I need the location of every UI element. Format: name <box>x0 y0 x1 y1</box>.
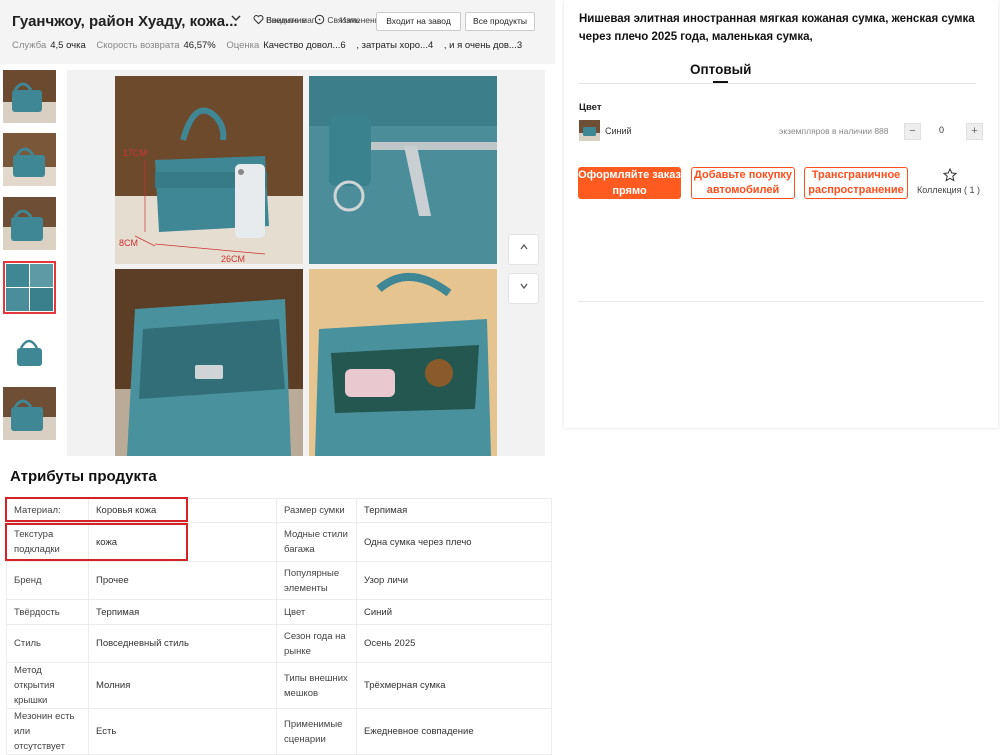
table-row: Стиль Повседневный стиль Сезон года на р… <box>6 624 552 663</box>
enter-store-label: Введите магазин <box>266 15 316 25</box>
attr-key: Бренд <box>6 561 89 600</box>
attributes-title: Атрибуты продукта <box>10 468 157 485</box>
attr-key: Применимые сценарии <box>276 708 357 755</box>
attr-key: Модные стили багажа <box>276 522 357 562</box>
attr-key: Типы внешних мешков <box>276 662 357 709</box>
tab-divider <box>578 83 976 84</box>
attr-value: Ежедневное совпадение <box>356 708 552 755</box>
color-swatch[interactable] <box>579 120 600 141</box>
attr-value: Одна сумка через плечо <box>356 522 552 562</box>
factory-button[interactable]: Входит на завод <box>376 12 461 31</box>
store-name[interactable]: Гуанчжоу, район Хуаду, кожа... <box>12 13 238 30</box>
share-label: Изменения в контексте <box>340 15 376 25</box>
chevron-down-icon[interactable] <box>230 12 242 27</box>
attr-value: Узор личи <box>356 561 552 600</box>
product-title: Нишевая элитная иностранная мягкая кожан… <box>579 13 975 43</box>
width-annotation: 26CM <box>221 254 245 264</box>
stock-count: экземпляров в наличии 888 <box>779 126 889 136</box>
attr-key: Популярные элементы <box>276 561 357 600</box>
purchase-panel <box>564 0 998 428</box>
chevron-up-icon <box>519 241 529 255</box>
add-to-cart-button[interactable]: Добавьте покупку автомобилей <box>691 167 795 199</box>
attr-key: Размер сумки <box>276 498 357 523</box>
heart-icon <box>253 14 264 25</box>
attr-key: Сезон года на рынке <box>276 624 357 663</box>
attr-key: Цвет <box>276 599 357 625</box>
thumbnail-4-selected[interactable] <box>3 261 56 314</box>
thumbnail-1[interactable] <box>3 70 56 123</box>
star-icon[interactable] <box>942 167 958 185</box>
minus-icon: − <box>909 125 916 137</box>
cross-border-label: Трансграничное распространение <box>808 169 904 196</box>
all-products-button[interactable]: Все продукты <box>465 12 535 31</box>
attr-key: Твёрдость <box>6 599 89 625</box>
panel-divider <box>578 301 984 302</box>
stat-value: 4,5 очка <box>50 40 86 51</box>
attr-value: Прочее <box>88 561 277 600</box>
attr-value: Терпимая <box>356 498 552 523</box>
quantity-value[interactable]: 0 <box>939 125 944 135</box>
table-row: Твёрдость Терпимая Цвет Синий <box>6 599 552 625</box>
gallery-next-button[interactable] <box>508 273 539 304</box>
gallery-photo-open-inside[interactable] <box>309 269 497 456</box>
order-now-label: Оформляйте заказ прямо <box>578 169 681 197</box>
table-row: Мезонин есть или отсутствует Есть Примен… <box>6 708 552 755</box>
height-annotation: 17CM <box>123 148 147 158</box>
gallery-photo-open-front[interactable] <box>115 269 303 456</box>
enter-store-button[interactable]: Введите магазин <box>266 12 316 29</box>
stat-label: Служба <box>12 40 47 51</box>
highlight-box <box>5 497 188 522</box>
gallery-prev-button[interactable] <box>508 234 539 265</box>
attr-value: Терпимая <box>88 599 277 625</box>
stat-value: Качество довол...6 <box>263 40 346 51</box>
stat-label: Оценка <box>226 40 260 51</box>
attr-value: Синий <box>356 599 552 625</box>
thumbnail-5[interactable] <box>3 324 56 377</box>
depth-annotation: 8CM <box>119 238 138 248</box>
order-now-button[interactable]: Оформляйте заказ прямо <box>578 167 681 199</box>
attr-value: Осень 2025 <box>356 624 552 663</box>
chevron-down-icon <box>519 280 529 294</box>
attr-key: Мезонин есть или отсутствует <box>6 708 89 755</box>
table-row: Бренд Прочее Популярные элементы Узор ли… <box>6 561 552 600</box>
thumbnail-6[interactable] <box>3 387 56 440</box>
thumbnail-2[interactable] <box>3 133 56 186</box>
attr-value: Повседневный стиль <box>88 624 277 663</box>
chat-icon <box>314 14 325 25</box>
store-header <box>0 0 555 64</box>
collection-count[interactable]: Коллекция ( 1 ) <box>917 185 980 195</box>
attr-value: Молния <box>88 662 277 709</box>
highlight-box <box>5 523 188 561</box>
table-row: Метод открытия крышки Молния Типы внешни… <box>6 662 552 709</box>
thumbnail-3[interactable] <box>3 197 56 250</box>
quantity-decrease-button[interactable]: − <box>904 123 921 140</box>
store-stats: Служба 4,5 очка Скорость возврата 46,57% О… <box>12 40 530 51</box>
stat-value: , затраты хоро...4 <box>356 40 434 51</box>
color-name: Синий <box>605 126 632 136</box>
attr-value: Есть <box>88 708 277 755</box>
stat-value: , и я очень дов...3 <box>443 40 523 51</box>
tab-wholesale[interactable]: Оптовый <box>690 62 751 77</box>
plus-icon: + <box>971 125 978 137</box>
stat-label: Скорость возврата <box>96 40 180 51</box>
add-to-cart-label: Добавьте покупку автомобилей <box>694 169 792 196</box>
color-label: Цвет <box>579 102 602 113</box>
share-button[interactable]: Изменения в контексте <box>340 12 376 29</box>
attr-key: Стиль <box>6 624 89 663</box>
quantity-increase-button[interactable]: + <box>966 123 983 140</box>
tab-active-indicator <box>713 81 728 83</box>
attr-key: Метод открытия крышки <box>6 662 89 709</box>
cross-border-button[interactable]: Трансграничное распространение <box>804 167 908 199</box>
attr-value: Трёхмерная сумка <box>356 662 552 709</box>
gallery-photo-dimensions[interactable]: 17CM 8CM 26CM <box>115 76 303 264</box>
gallery-photo-zipper[interactable] <box>309 76 497 264</box>
stat-value: 46,57% <box>183 40 216 51</box>
